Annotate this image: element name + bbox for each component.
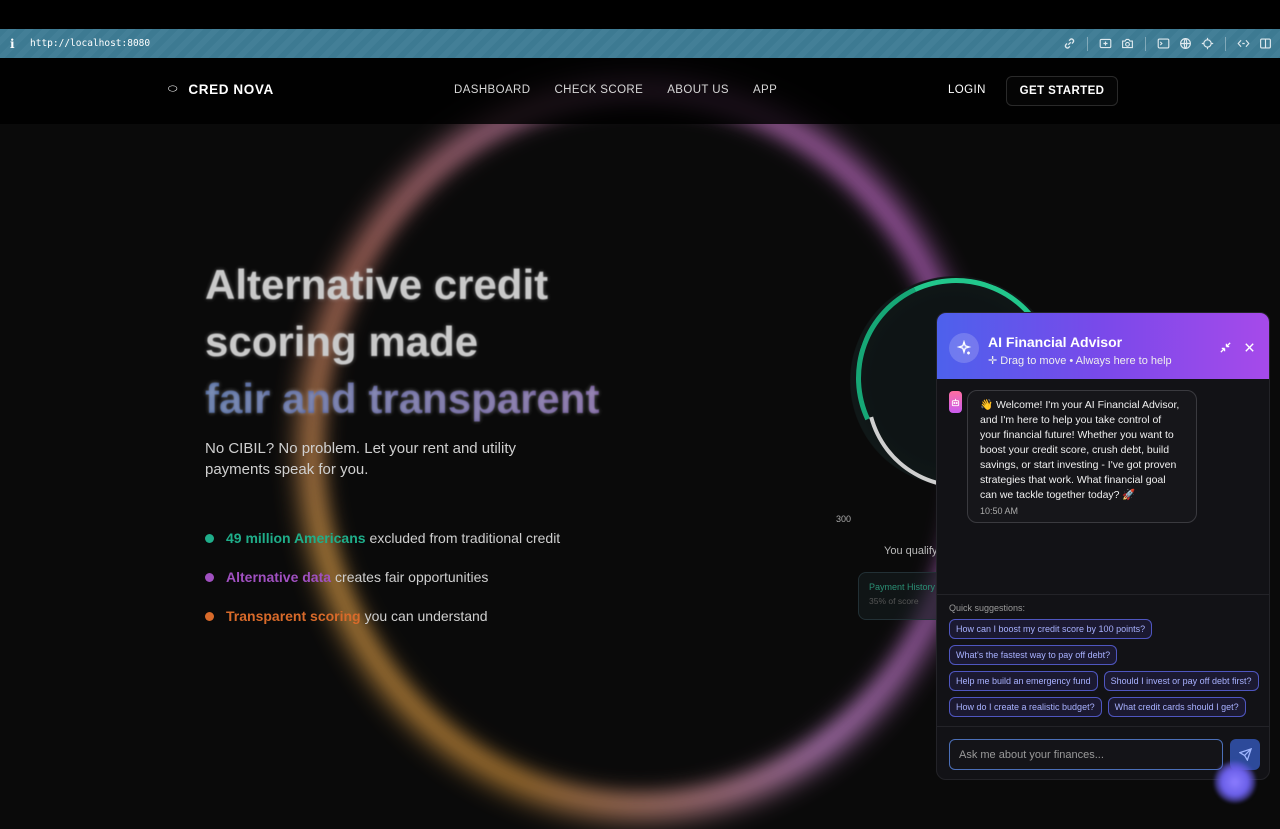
toolbar-divider — [1145, 36, 1146, 51]
nav-app[interactable]: APP — [753, 84, 777, 96]
hero-title-line-1: Alternative credit — [205, 261, 549, 308]
brand-mark-icon: ⬭ — [168, 83, 178, 95]
assistant-message-text: 👋 Welcome! I'm your AI Financial Advisor… — [980, 399, 1180, 501]
hero-subtitle: No CIBIL? No problem. Let your rent and … — [205, 440, 516, 478]
feature-item: Transparent scoring you can understand — [205, 608, 488, 624]
feature-item: Alternative data creates fair opportunit… — [205, 569, 488, 585]
feature-dot — [205, 533, 214, 543]
sparkles-icon — [949, 333, 979, 363]
page-content: ⬭ CRED NOVA DASHBOARD CHECK SCORE ABOUT … — [0, 58, 1280, 829]
feature-text: you can understand — [364, 608, 488, 624]
extensions-icon[interactable] — [1237, 37, 1250, 50]
chat-launcher-button[interactable] — [1214, 761, 1256, 803]
info-icon[interactable]: i — [10, 37, 24, 51]
gauge-min-label: 300 — [836, 514, 852, 524]
suggestion-chip[interactable]: What credit cards should I get? — [1107, 697, 1246, 717]
top-navbar: ⬭ CRED NOVA DASHBOARD CHECK SCORE ABOUT … — [0, 58, 1280, 124]
crosshair-icon[interactable] — [1201, 37, 1214, 50]
feature-item: 49 million Americans excluded from tradi… — [205, 530, 560, 546]
nav-links: DASHBOARD CHECK SCORE ABOUT US APP — [454, 84, 801, 96]
hero-title-line-2: scoring made — [205, 318, 479, 365]
globe-icon[interactable] — [1179, 37, 1192, 50]
feature-text: excluded from traditional credit — [369, 530, 561, 546]
suggestion-chip[interactable]: How do I create a realistic budget? — [949, 697, 1102, 717]
chat-message-input[interactable] — [949, 739, 1223, 770]
feature-highlight: Alternative data — [226, 569, 332, 585]
terminal-icon[interactable] — [1157, 37, 1170, 50]
browser-address-bar: i http://localhost:8080 — [0, 29, 1280, 58]
link-icon[interactable] — [1063, 37, 1076, 50]
hero-title-line-3: fair and transparent — [205, 370, 645, 427]
suggestion-chip[interactable]: Help me build an emergency fund — [949, 671, 1098, 691]
ai-advisor-chat-panel[interactable]: AI Financial Advisor ✛ Drag to move • Al… — [936, 312, 1270, 780]
feature-text: creates fair opportunities — [335, 569, 489, 585]
get-started-button[interactable]: GET STARTED — [1006, 76, 1118, 106]
feature-dot — [205, 611, 214, 621]
nav-dashboard[interactable]: DASHBOARD — [454, 84, 530, 96]
toolbar-divider — [1087, 36, 1088, 51]
close-icon[interactable] — [1243, 341, 1256, 354]
login-link[interactable]: LOGIN — [948, 84, 986, 96]
feature-dot — [205, 572, 214, 582]
suggestion-chip[interactable]: What's the fastest way to pay off debt? — [949, 645, 1118, 665]
message-timestamp: 10:50 AM — [980, 506, 1019, 516]
assistant-message-bubble: 👋 Welcome! I'm your AI Financial Advisor… — [967, 390, 1197, 523]
quick-suggestions-label: Quick suggestions: — [949, 603, 1026, 613]
nav-check-score[interactable]: CHECK SCORE — [554, 84, 643, 96]
chat-subtitle: ✛ Drag to move • Always here to help — [988, 354, 1172, 367]
quick-suggestions: Quick suggestions: How can I boost my cr… — [937, 594, 1269, 726]
screenshot-area-icon[interactable] — [1099, 37, 1112, 50]
minimize-icon[interactable] — [1219, 341, 1232, 354]
feature-highlight: 49 million Americans — [226, 530, 366, 546]
suggestion-chip[interactable]: Should I invest or pay off debt first? — [1103, 671, 1259, 691]
url-text[interactable]: http://localhost:8080 — [30, 38, 150, 49]
feature-highlight: Transparent scoring — [226, 608, 361, 624]
brand-logo[interactable]: ⬭ CRED NOVA — [168, 82, 274, 97]
nav-about-us[interactable]: ABOUT US — [667, 84, 729, 96]
send-icon — [1238, 748, 1252, 761]
suggestion-chip[interactable]: How can I boost my credit score by 100 p… — [949, 619, 1153, 639]
browser-toolbar — [1063, 29, 1272, 58]
chat-subtitle-text: Drag to move • Always here to help — [1000, 355, 1172, 367]
drag-move-icon: ✛ — [988, 355, 998, 367]
camera-icon[interactable] — [1121, 37, 1134, 50]
bot-avatar-icon — [949, 391, 962, 413]
brand-name: CRED NOVA — [188, 82, 274, 97]
top-black-strip — [0, 0, 1280, 29]
toolbar-divider — [1225, 36, 1226, 51]
split-view-icon[interactable] — [1259, 37, 1272, 50]
chat-title: AI Financial Advisor — [988, 334, 1123, 350]
chat-header[interactable]: AI Financial Advisor ✛ Drag to move • Al… — [937, 313, 1269, 379]
hero-title: Alternative credit scoring made fair and… — [205, 256, 645, 427]
